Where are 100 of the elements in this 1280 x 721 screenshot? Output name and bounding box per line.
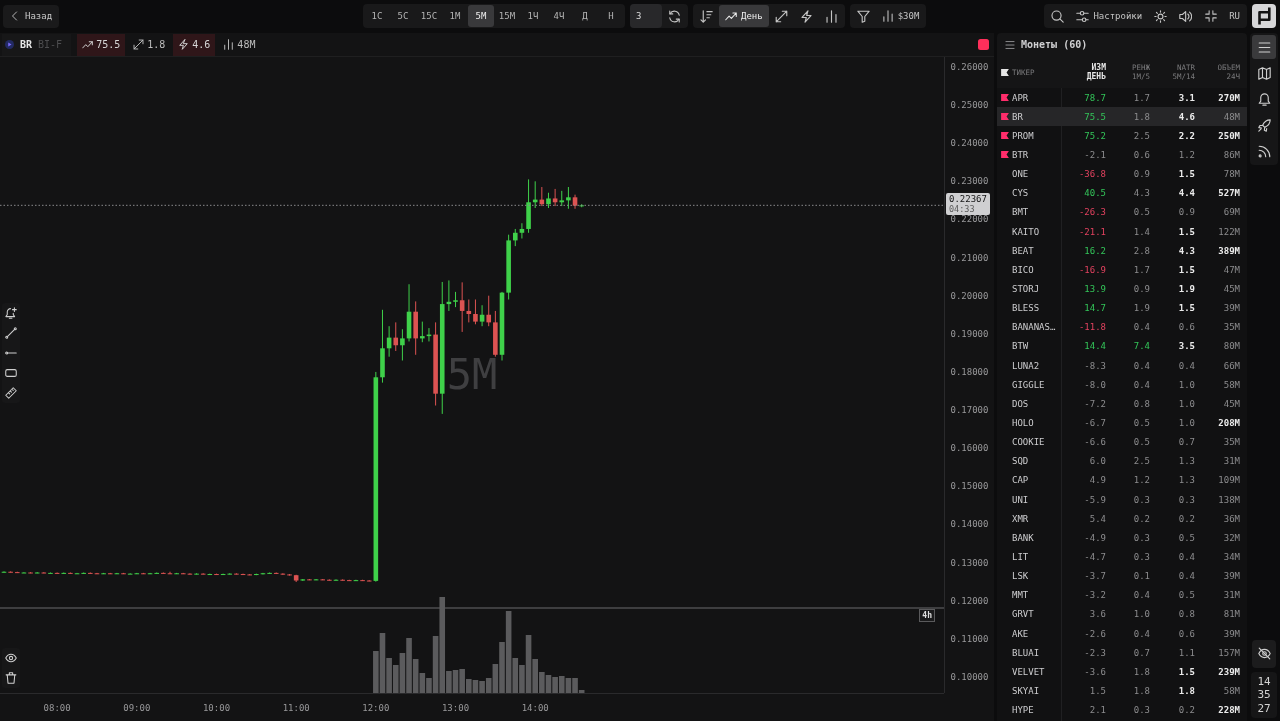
timeframe-button[interactable]: 4Ч: [546, 5, 572, 27]
hide-button[interactable]: [1252, 639, 1276, 668]
y-axis-label: 0.18000: [950, 366, 989, 377]
change-mode-button[interactable]: День: [719, 5, 769, 27]
eye-icon[interactable]: [5, 652, 17, 664]
ticker-cell: VELVET: [1012, 665, 1045, 678]
coin-row[interactable]: HOLO -6.7 0.5 1.0 208M: [997, 413, 1247, 433]
coin-row[interactable]: HYPE 2.1 0.3 0.2 228M: [997, 700, 1247, 720]
coin-row[interactable]: SQD 6.0 2.5 1.3 31M: [997, 451, 1247, 471]
y-axis-label: 0.14000: [950, 519, 989, 530]
coin-row[interactable]: XMR 5.4 0.2 0.2 36M: [997, 509, 1247, 529]
coin-row[interactable]: AKE -2.6 0.4 0.6 39M: [997, 623, 1247, 644]
coin-row[interactable]: BICO -16.9 1.7 1.5 47M: [997, 260, 1247, 280]
language-button[interactable]: RU: [1223, 5, 1246, 27]
ticker-cell: MMT: [1012, 589, 1029, 602]
coin-row[interactable]: BTR -2.1 0.6 1.2 86M: [997, 145, 1247, 165]
speaker-icon: [1179, 9, 1193, 23]
range-cell: 2.8: [1133, 244, 1150, 257]
coin-row[interactable]: BLESS 14.7 1.9 1.5 39M: [997, 298, 1247, 318]
ticker-cell: CAP: [1012, 474, 1029, 487]
column-header[interactable]: ИЗМ ДЕНЬ: [1086, 63, 1106, 81]
coin-row[interactable]: BTW 14.4 7.4 3.5 80M: [997, 336, 1247, 356]
coin-row[interactable]: LUNA2 -8.3 0.4 0.4 66M: [997, 355, 1247, 376]
volume-cell: 66M: [1223, 359, 1240, 372]
coin-row[interactable]: UNI -5.9 0.3 0.3 138M: [997, 489, 1247, 510]
coin-row[interactable]: BR 75.5 1.8 4.6 48M: [997, 107, 1247, 127]
volume-cell: 32M: [1223, 531, 1240, 544]
coin-row[interactable]: COOKIE -6.6 0.5 0.7 35M: [997, 432, 1247, 452]
y-axis-label: 0.15000: [950, 481, 989, 492]
natr-cell: 1.9: [1178, 282, 1195, 295]
range-cell: 2.5: [1133, 129, 1150, 142]
volume-cell: 48M: [1223, 110, 1240, 123]
volume-cell: 81M: [1223, 608, 1240, 621]
timeframe-button[interactable]: 5С: [390, 5, 416, 27]
x-axis-label: 08:00: [43, 702, 71, 714]
settings-button[interactable]: Настройки: [1070, 5, 1149, 27]
natr-cell: 2.2: [1178, 129, 1195, 142]
timeframe-button[interactable]: 15М: [494, 5, 520, 27]
natr-cell: 1.5: [1178, 302, 1195, 315]
logo-icon[interactable]: [1252, 4, 1276, 28]
coin-row[interactable]: VELVET -3.6 1.8 1.5 239M: [997, 662, 1247, 682]
timeframe-button[interactable]: 1М: [442, 5, 468, 27]
bell-icon: [1257, 92, 1271, 106]
coin-row[interactable]: APR 78.7 1.7 3.1 270M: [997, 88, 1247, 108]
ticker-cell: APR: [1012, 91, 1029, 104]
flag-icon[interactable]: [1001, 68, 1009, 76]
timeframe-button[interactable]: Д: [572, 5, 598, 27]
ticker-cell: BANANAS…: [1012, 321, 1056, 334]
x-axis-label: 10:00: [202, 702, 231, 714]
sun-icon: [1154, 9, 1168, 23]
volume-cell: 45M: [1223, 397, 1240, 410]
change-cell: -8.3: [1084, 359, 1106, 372]
change-cell: 16.2: [1084, 244, 1106, 257]
coin-row[interactable]: LSK -3.7 0.1 0.4 39M: [997, 566, 1247, 586]
ticker-cell: SQD: [1012, 455, 1029, 468]
ticker-cell: DOS: [1012, 397, 1029, 410]
volume-cell: 39M: [1223, 627, 1240, 640]
coin-row[interactable]: SKYAI 1.5 1.8 1.8 58M: [997, 681, 1247, 701]
trash-icon[interactable]: [5, 672, 17, 684]
timeframe-button[interactable]: 1Ч: [520, 5, 546, 27]
change-cell: -7.2: [1084, 397, 1106, 410]
coin-row[interactable]: BLUAI -2.3 0.7 1.1 157M: [997, 643, 1247, 663]
timeframe-button[interactable]: 15С: [416, 5, 442, 27]
coin-row[interactable]: BMT -26.3 0.5 0.9 69M: [997, 202, 1247, 222]
y-axis-label: 0.12000: [950, 595, 989, 606]
range-cell: 1.0: [1133, 608, 1150, 621]
volume-cell: 389M: [1218, 244, 1240, 257]
timeframe-button[interactable]: 1С: [364, 5, 390, 27]
coin-row[interactable]: MMT -3.2 0.4 0.5 31M: [997, 585, 1247, 605]
coin-row[interactable]: BANANAS… -11.8 0.4 0.6 35M: [997, 317, 1247, 337]
timeframe-button[interactable]: 5М: [468, 5, 494, 27]
volume-cell: 109M: [1218, 474, 1240, 487]
volume-cell: 250M: [1218, 129, 1240, 142]
coin-row[interactable]: KAITO -21.1 1.4 1.5 122M: [997, 222, 1247, 242]
natr-cell: 1.5: [1178, 225, 1195, 238]
coin-row[interactable]: BANK -4.9 0.3 0.5 32M: [997, 528, 1247, 548]
chart-count-field[interactable]: 3: [630, 4, 662, 28]
change-cell: 1.5: [1089, 684, 1106, 697]
coin-row[interactable]: GIGGLE -8.0 0.4 1.0 58M: [997, 375, 1247, 395]
coin-row[interactable]: STORJ 13.9 0.9 1.9 45M: [997, 279, 1247, 299]
coin-row[interactable]: ONE -36.8 0.9 1.5 78M: [997, 164, 1247, 184]
coin-row[interactable]: GRVT 3.6 1.0 0.8 81M: [997, 604, 1247, 624]
coin-row[interactable]: CAP 4.9 1.2 1.3 109M: [997, 470, 1247, 490]
coin-row[interactable]: LIT -4.7 0.3 0.4 34M: [997, 547, 1247, 567]
diagonal-arrows-icon: [133, 39, 145, 50]
timeframe-button[interactable]: Н: [598, 5, 624, 27]
coin-row[interactable]: PROM 75.2 2.5 2.2 250M: [997, 126, 1247, 146]
natr-cell: 1.2: [1178, 149, 1195, 161]
volume-cell: 34M: [1223, 550, 1240, 563]
coin-row[interactable]: DOS -7.2 0.8 1.0 45M: [997, 394, 1247, 414]
ticker-cell: GRVT: [1012, 608, 1034, 621]
range-cell: 0.3: [1133, 704, 1150, 717]
back-button[interactable]: Назад: [3, 4, 60, 28]
range-cell: 2.5: [1133, 455, 1150, 468]
eye-off-icon: [1257, 647, 1271, 660]
coin-row[interactable]: BEAT 16.2 2.8 4.3 389M: [997, 241, 1247, 261]
list-view-button[interactable]: [1252, 35, 1276, 59]
coin-row[interactable]: CYS 40.5 4.3 4.4 527M: [997, 183, 1247, 203]
range-cell: 1.2: [1133, 474, 1150, 487]
stop-icon[interactable]: [978, 39, 989, 50]
